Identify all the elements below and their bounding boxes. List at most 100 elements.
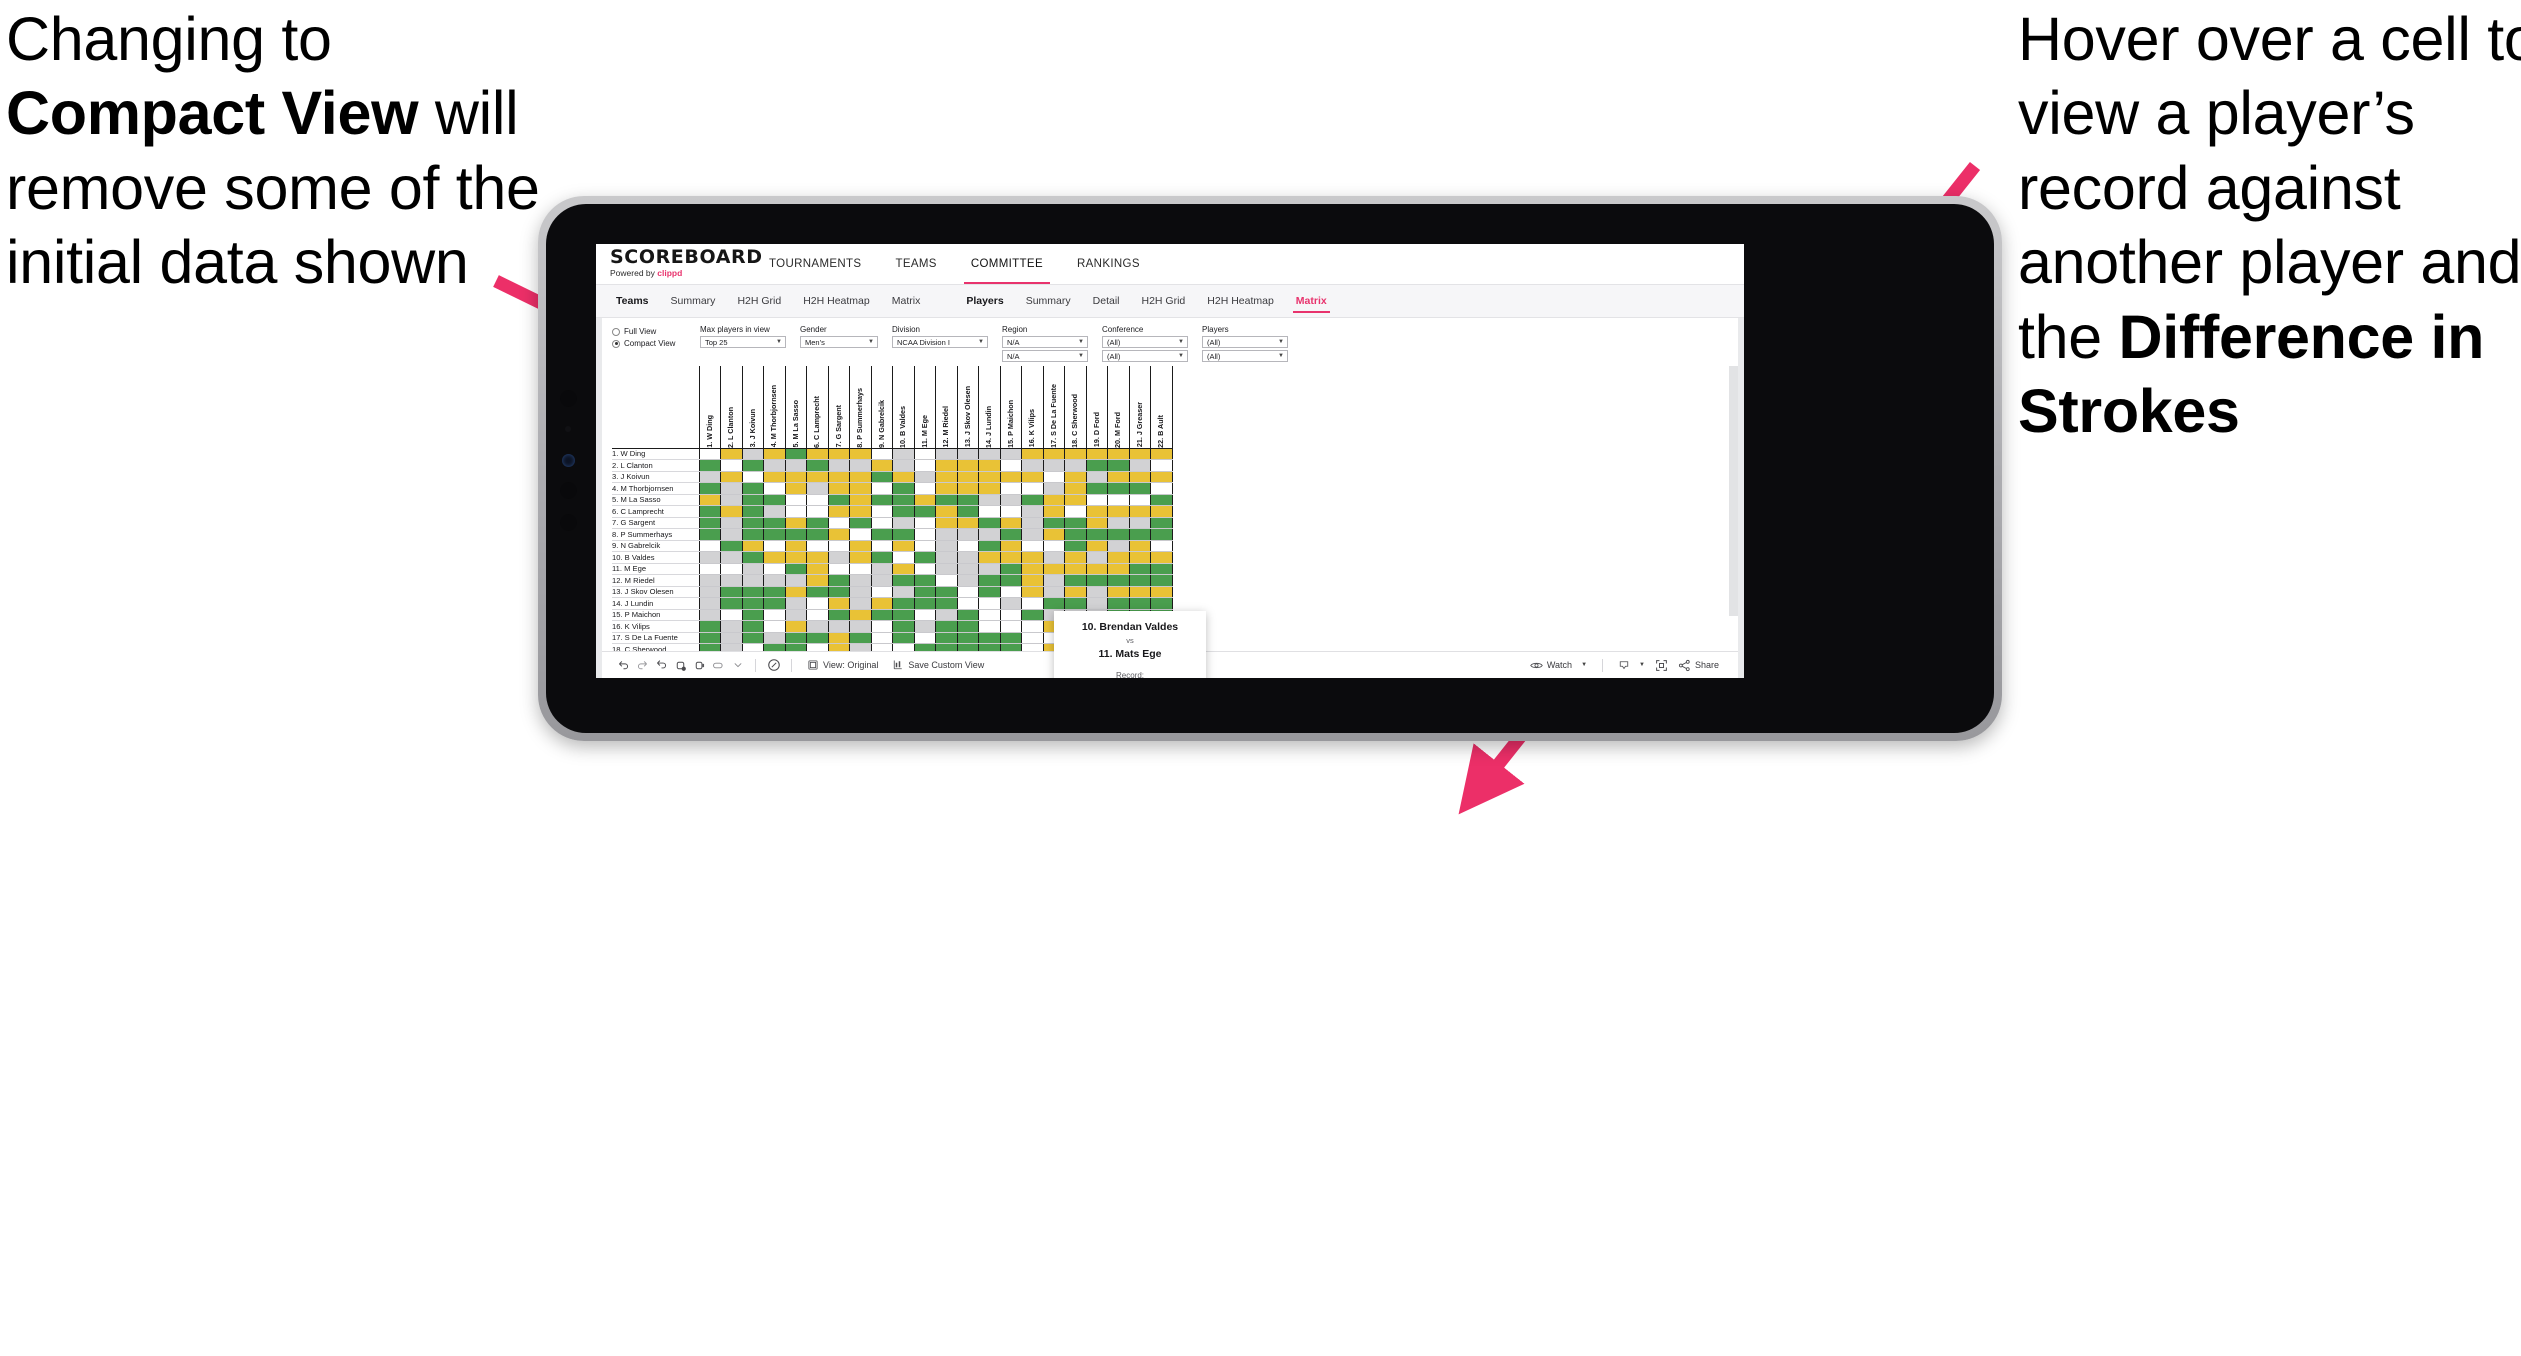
matrix-cell[interactable]	[892, 586, 915, 598]
matrix-cell[interactable]	[1150, 597, 1173, 610]
matrix-cell[interactable]	[1042, 494, 1065, 506]
matrix-cell[interactable]	[870, 551, 893, 564]
matrix-cell[interactable]	[849, 563, 872, 575]
matrix-cell[interactable]	[999, 471, 1022, 483]
matrix-cell[interactable]	[1150, 517, 1173, 529]
matrix-cell[interactable]	[720, 494, 743, 506]
matrix-cell[interactable]	[849, 551, 872, 564]
matrix-cell[interactable]	[1021, 494, 1044, 506]
matrix-cell[interactable]	[784, 540, 807, 552]
matrix-cell[interactable]	[763, 459, 786, 472]
matrix-cell[interactable]	[741, 448, 764, 460]
matrix-cell[interactable]	[870, 597, 893, 610]
matrix-cell[interactable]	[913, 563, 936, 575]
matrix-cell[interactable]	[698, 471, 721, 483]
matrix-cell[interactable]	[1107, 482, 1130, 495]
matrix-cell[interactable]	[892, 540, 915, 552]
matrix-cell[interactable]	[1128, 494, 1151, 506]
matrix-cell[interactable]	[978, 574, 1001, 587]
matrix-cell[interactable]	[978, 459, 1001, 472]
brand-logo[interactable]: SCOREBOARD Powered by clippd	[596, 244, 762, 284]
matrix-cell[interactable]	[999, 494, 1022, 506]
matrix-cell[interactable]	[741, 459, 764, 472]
matrix-cell[interactable]	[913, 471, 936, 483]
matrix-cell[interactable]	[827, 609, 850, 621]
matrix-cell[interactable]	[1042, 586, 1065, 598]
matrix-cell[interactable]	[698, 551, 721, 564]
matrix-cell[interactable]	[763, 505, 786, 518]
matrix-cell[interactable]	[1085, 482, 1108, 495]
matrix-cell[interactable]	[935, 482, 958, 495]
matrix-cell[interactable]	[849, 540, 872, 552]
matrix-cell[interactable]	[999, 632, 1022, 644]
matrix-cell[interactable]	[978, 528, 1001, 541]
matrix-cell[interactable]	[741, 586, 764, 598]
matrix-cell[interactable]	[849, 620, 872, 633]
matrix-cell[interactable]	[956, 459, 979, 472]
matrix-cell[interactable]	[892, 563, 915, 575]
matrix-cell[interactable]	[1128, 459, 1151, 472]
matrix-cell[interactable]	[1150, 471, 1173, 483]
matrix-cell[interactable]	[720, 482, 743, 495]
topnav-tournaments[interactable]: TOURNAMENTS	[752, 244, 878, 284]
radio-compact-view[interactable]: Compact View	[612, 339, 686, 348]
matrix-cell[interactable]	[1150, 482, 1173, 495]
matrix-cell[interactable]	[870, 620, 893, 633]
matrix-cell[interactable]	[827, 540, 850, 552]
matrix-cell[interactable]	[1107, 528, 1130, 541]
matrix-cell[interactable]	[763, 597, 786, 610]
matrix-cell[interactable]	[999, 586, 1022, 598]
matrix-cell[interactable]	[1021, 482, 1044, 495]
undo-icon[interactable]	[614, 656, 633, 675]
matrix-cell[interactable]	[1085, 563, 1108, 575]
matrix-cell[interactable]	[1085, 574, 1108, 587]
max-players-select[interactable]: Top 25 ▼	[700, 336, 786, 348]
matrix-cell[interactable]	[1021, 540, 1044, 552]
matrix-cell[interactable]	[1021, 609, 1044, 621]
matrix-cell[interactable]	[720, 609, 743, 621]
subnav-players-detail[interactable]: Detail	[1082, 285, 1131, 317]
matrix-cell[interactable]	[849, 471, 872, 483]
matrix-cell[interactable]	[1107, 574, 1130, 587]
matrix-cell[interactable]	[763, 574, 786, 587]
matrix-cell[interactable]	[698, 574, 721, 587]
matrix-cell[interactable]	[827, 505, 850, 518]
matrix-cell[interactable]	[935, 597, 958, 610]
matrix-cell[interactable]	[978, 471, 1001, 483]
matrix-cell[interactable]	[1150, 551, 1173, 564]
matrix-cell[interactable]	[698, 609, 721, 621]
matrix-cell[interactable]	[870, 482, 893, 495]
matrix-cell[interactable]	[935, 494, 958, 506]
matrix-cell[interactable]	[913, 540, 936, 552]
matrix-cell[interactable]	[1128, 586, 1151, 598]
matrix-cell[interactable]	[935, 586, 958, 598]
matrix-cell[interactable]	[763, 471, 786, 483]
matrix-cell[interactable]	[892, 505, 915, 518]
matrix-cell[interactable]	[1021, 574, 1044, 587]
pause-icon[interactable]	[690, 656, 709, 675]
matrix-cell[interactable]	[1064, 563, 1087, 575]
matrix-cell[interactable]	[849, 505, 872, 518]
matrix-cell[interactable]	[935, 505, 958, 518]
matrix-cell[interactable]	[784, 632, 807, 644]
matrix-cell[interactable]	[956, 448, 979, 460]
matrix-cell[interactable]	[1021, 563, 1044, 575]
matrix-cell[interactable]	[999, 505, 1022, 518]
matrix-cell[interactable]	[870, 574, 893, 587]
matrix-cell[interactable]	[763, 540, 786, 552]
matrix-cell[interactable]	[806, 609, 829, 621]
matrix-cell[interactable]	[978, 632, 1001, 644]
matrix-cell[interactable]	[913, 574, 936, 587]
matrix-cell[interactable]	[784, 505, 807, 518]
region-select-secondary[interactable]: N/A ▼	[1002, 350, 1088, 362]
matrix-cell[interactable]	[870, 632, 893, 644]
matrix-cell[interactable]	[827, 597, 850, 610]
matrix-cell[interactable]	[913, 494, 936, 506]
matrix-cell[interactable]	[849, 517, 872, 529]
matrix-cell[interactable]	[1085, 448, 1108, 460]
matrix-cell[interactable]	[1128, 471, 1151, 483]
matrix-cell[interactable]	[806, 459, 829, 472]
matrix-cell[interactable]	[741, 505, 764, 518]
matrix-cell[interactable]	[1064, 597, 1087, 610]
matrix-cell[interactable]	[720, 620, 743, 633]
